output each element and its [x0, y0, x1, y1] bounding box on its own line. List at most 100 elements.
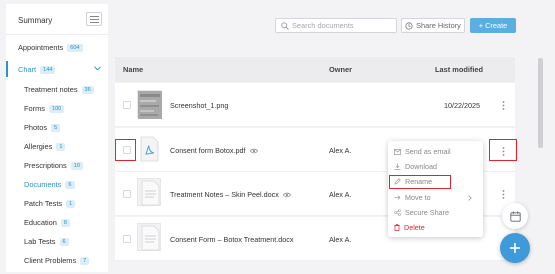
owner-name: Alex A. — [329, 235, 352, 244]
count-badge: 7 — [80, 256, 90, 265]
count-badge: 8 — [60, 218, 70, 227]
main-content: Share History + Create Name Owner Last m… — [108, 0, 555, 274]
count-badge: 10 — [70, 161, 83, 170]
sidebar-item-forms[interactable]: Forms 100 — [24, 104, 65, 113]
sidebar-item-label: Client Problems — [24, 256, 77, 265]
highlight-row-actions — [489, 139, 517, 161]
sidebar-item-label: Prescriptions — [24, 161, 67, 170]
menu-item-send-email[interactable]: Send as email — [394, 147, 451, 156]
sidebar-item-chart[interactable]: Chart 144 — [6, 61, 108, 77]
table-header: Name Owner Last modified — [115, 57, 515, 82]
column-header-name[interactable]: Name — [123, 65, 143, 74]
search-box[interactable] — [275, 18, 397, 33]
table-row[interactable]: Screenshot_1.png 10/22/2025 — [115, 83, 515, 127]
menu-item-label: Move to — [405, 193, 431, 202]
menu-icon — [90, 16, 99, 23]
highlight-rename — [389, 175, 451, 189]
context-menu: Send as email Download Rename Move to Se… — [388, 141, 483, 237]
menu-item-delete[interactable]: Delete — [394, 223, 425, 232]
owner-name: Alex A. — [329, 190, 352, 199]
owner-name: Alex A. — [329, 146, 352, 155]
sidebar-item-label: Treatment notes — [24, 85, 78, 94]
file-name-text: Treatment Notes – Skin Peel.docx — [170, 190, 279, 199]
image-thumbnail — [137, 90, 162, 119]
add-button[interactable] — [500, 233, 530, 263]
sidebar-item-documents[interactable]: Documents 6 — [24, 180, 75, 189]
column-header-owner[interactable]: Owner — [329, 65, 352, 74]
sidebar: Summary Appointments 604 Chart 144 Treat… — [6, 4, 108, 272]
document-icon — [141, 225, 160, 251]
file-name[interactable]: Treatment Notes – Skin Peel.docx — [170, 190, 291, 199]
scrollbar-thumb[interactable] — [538, 58, 543, 148]
sidebar-summary-label[interactable]: Summary — [18, 16, 52, 25]
count-badge: 6 — [65, 180, 75, 189]
sidebar-item-label: Chart — [18, 65, 37, 74]
column-header-last-modified[interactable]: Last modified — [435, 65, 483, 74]
highlight-checkbox — [115, 139, 136, 161]
menu-item-secure-share[interactable]: Secure Share — [394, 208, 449, 217]
active-indicator — [6, 61, 8, 77]
chevron-down-icon[interactable] — [94, 66, 101, 71]
count-badge: 5 — [51, 123, 61, 132]
count-badge: 100 — [48, 104, 65, 113]
file-name-text: Consent Form – Botox Treatment.docx — [170, 235, 294, 244]
sidebar-item-label: Allergies — [24, 142, 53, 151]
sidebar-item-allergies[interactable]: Allergies 1 — [24, 142, 66, 151]
menu-item-move-to[interactable]: Move to — [394, 193, 431, 202]
history-icon — [405, 21, 413, 30]
screenshot-preview — [138, 91, 162, 119]
calendar-button[interactable] — [502, 203, 528, 229]
share-icon — [394, 209, 401, 216]
row-actions-button[interactable] — [497, 188, 509, 200]
sidebar-item-label: Lab Tests — [24, 237, 56, 246]
row-checkbox[interactable] — [123, 190, 131, 198]
file-name[interactable]: Consent form Botox.pdf — [170, 146, 258, 155]
sidebar-item-education[interactable]: Education 8 — [24, 218, 70, 227]
menu-item-label: Delete — [404, 223, 425, 232]
sidebar-item-label: Photos — [24, 123, 48, 132]
more-vertical-icon — [502, 100, 504, 110]
sidebar-item-photos[interactable]: Photos 5 — [24, 123, 61, 132]
sidebar-item-label: Patch Tests — [24, 199, 63, 208]
sidebar-item-treatment-notes[interactable]: Treatment notes 36 — [24, 85, 94, 94]
search-input[interactable] — [292, 20, 392, 31]
document-icon — [141, 180, 160, 206]
pdf-thumbnail — [137, 135, 161, 163]
sidebar-item-client-problems[interactable]: Client Problems 7 — [24, 256, 90, 265]
create-label: + Create — [478, 21, 508, 30]
move-icon — [394, 195, 401, 200]
sidebar-item-lab-tests[interactable]: Lab Tests 6 — [24, 237, 69, 246]
count-badge: 6 — [59, 237, 69, 246]
trash-icon — [394, 224, 400, 231]
row-actions-button[interactable] — [497, 99, 509, 111]
share-history-label: Share History — [416, 21, 461, 30]
pdf-icon — [140, 136, 159, 162]
sidebar-collapse-button[interactable] — [86, 12, 102, 26]
create-button[interactable]: + Create — [470, 18, 516, 33]
share-history-button[interactable]: Share History — [401, 18, 465, 33]
file-name[interactable]: Consent Form – Botox Treatment.docx — [170, 235, 293, 244]
sidebar-item-appointments[interactable]: Appointments 604 — [18, 43, 83, 52]
file-name-text: Consent form Botox.pdf — [170, 146, 246, 155]
document-thumbnail — [137, 223, 161, 251]
row-checkbox[interactable] — [123, 101, 131, 109]
app-frame: Summary Appointments 604 Chart 144 Treat… — [0, 0, 555, 274]
chevron-right-icon — [468, 195, 472, 201]
menu-item-label: Download — [405, 162, 437, 171]
sidebar-item-patch-tests[interactable]: Patch Tests 1 — [24, 199, 76, 208]
calendar-icon — [509, 210, 521, 222]
file-name[interactable]: Screenshot_1.png — [170, 101, 228, 110]
eye-icon — [282, 192, 291, 197]
last-modified: 10/22/2025 — [444, 101, 480, 110]
count-badge: 144 — [40, 65, 56, 74]
row-checkbox[interactable] — [123, 235, 131, 243]
document-thumbnail — [137, 178, 161, 206]
sidebar-item-label: Documents — [24, 180, 62, 189]
eye-icon — [249, 148, 258, 153]
count-badge: 1 — [66, 199, 76, 208]
menu-item-download[interactable]: Download — [394, 162, 437, 171]
search-icon — [281, 22, 289, 30]
count-badge: 604 — [67, 43, 83, 52]
sidebar-item-prescriptions[interactable]: Prescriptions 10 — [24, 161, 83, 170]
menu-item-label: Send as email — [405, 147, 451, 156]
